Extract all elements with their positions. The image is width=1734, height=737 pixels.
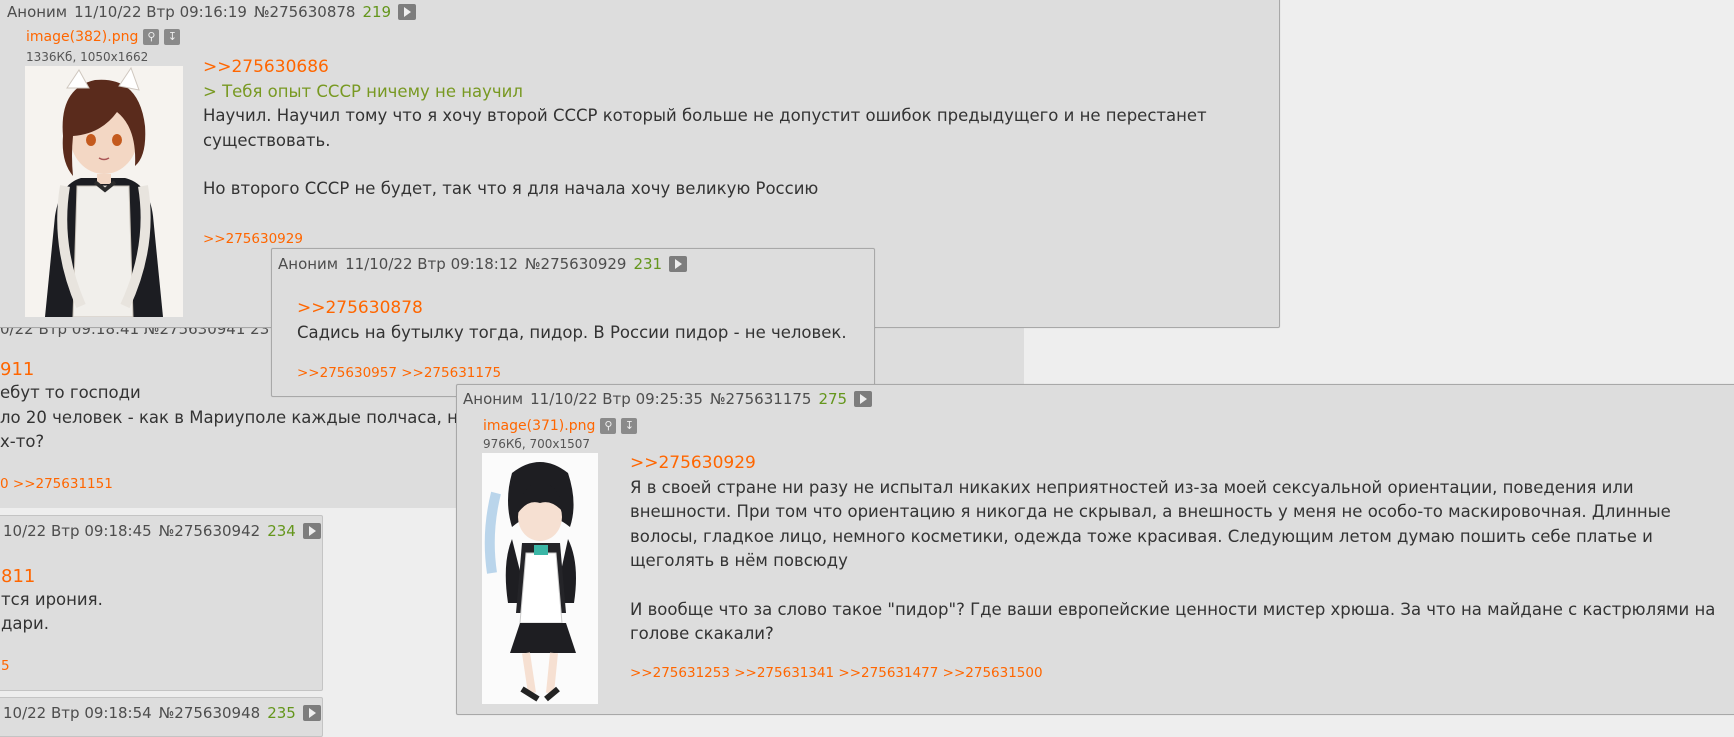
post-body: >>275630878 Садись на бутылку тогда, пид…	[297, 296, 867, 345]
post-counter: 234	[267, 522, 296, 540]
post-body: >>275630929 Я в своей стране ни разу не …	[630, 451, 1734, 647]
poster-name: Аноним	[463, 390, 524, 408]
post-text-paragraph: Я в своей стране ни разу не испытал ника…	[630, 477, 1671, 571]
post-number[interactable]: №275631175	[710, 390, 812, 408]
reply-to-link[interactable]: >>275630878	[297, 296, 867, 321]
play-icon[interactable]	[669, 256, 688, 272]
post-date: 11/10/22 Втр 09:25:35	[530, 390, 703, 408]
play-icon[interactable]	[398, 4, 417, 20]
post-number[interactable]: №275630929	[525, 255, 627, 273]
post-header: Аноним 11/10/22 Втр 09:25:35 №275631175 …	[463, 388, 873, 410]
bg-reply-link[interactable]: 911	[0, 359, 34, 380]
magnifier-icon[interactable]: ⚲	[143, 29, 160, 45]
bg-post-2-header: 10/22 Втр 09:18:45 №275630942 234	[3, 520, 321, 542]
post-counter: 235	[267, 704, 296, 722]
post-number[interactable]: №275630942	[159, 522, 261, 540]
backlinks[interactable]: >>275630957 >>275631175	[297, 365, 501, 381]
play-icon[interactable]	[854, 391, 873, 407]
post-date: 10/22 Втр 09:18:54	[3, 704, 152, 722]
bg-post-2: 10/22 Втр 09:18:45 №275630942 234 811 тс…	[0, 515, 323, 691]
post-date: 11/10/22 Втр 09:18:12	[345, 255, 518, 273]
post-counter: 219	[362, 3, 392, 21]
bg-post-3: 10/22 Втр 09:18:54 №275630948 235	[0, 697, 323, 737]
post-header: Аноним 11/10/22 Втр 09:18:12 №275630929 …	[278, 253, 688, 275]
post-image-thumbnail[interactable]	[25, 66, 183, 317]
download-icon[interactable]: ↧	[164, 29, 181, 45]
bg-post-3-header: 10/22 Втр 09:18:54 №275630948 235	[3, 702, 321, 724]
bg-backlinks[interactable]: 0 >>275631151	[0, 476, 113, 492]
poster-name: Аноним	[7, 3, 68, 21]
backlinks[interactable]: >>275631253 >>275631341 >>275631477 >>27…	[630, 665, 1043, 681]
post-header: Аноним 11/10/22 Втр 09:16:19 №275630878 …	[7, 1, 417, 23]
post-body: >>275630686 > Тебя опыт СССР ничему не н…	[203, 55, 1263, 202]
reply-to-link[interactable]: >>275630929	[630, 451, 1734, 476]
bg-text-line: х-то?	[0, 432, 45, 451]
bg-text-line: ло 20 человек - как в Мариуполе каждые п…	[0, 408, 458, 427]
post-counter: 231	[633, 255, 663, 273]
file-info: image(382).png ⚲ ↧	[26, 29, 181, 45]
post-image-thumbnail[interactable]	[482, 453, 598, 704]
post-preview-275630929: Аноним 11/10/22 Втр 09:18:12 №275630929 …	[271, 248, 875, 397]
post-text-paragraph: Садись на бутылку тогда, пидор. В России…	[297, 322, 847, 342]
file-meta: 1336Кб, 1050x1662	[26, 50, 149, 64]
post-date: 10/22 Втр 09:18:45	[3, 522, 152, 540]
file-name-link[interactable]: image(371).png	[483, 418, 595, 434]
magnifier-icon[interactable]: ⚲	[600, 418, 617, 434]
post-text-paragraph: Но второго СССР не будет, так что я для …	[203, 179, 819, 198]
bg-text-line: дари.	[1, 614, 49, 633]
bg-backlinks[interactable]: 5	[1, 658, 10, 674]
post-number[interactable]: №275630948	[159, 704, 261, 722]
post-text-paragraph: Научил. Научил тому что я хочу второй СС…	[203, 106, 1207, 150]
post-counter: 275	[818, 390, 848, 408]
play-icon[interactable]	[302, 705, 321, 721]
file-name-link[interactable]: image(382).png	[26, 29, 138, 45]
play-icon[interactable]	[302, 523, 321, 539]
download-icon[interactable]: ↧	[621, 418, 638, 434]
post-text-paragraph: И вообще что за слово такое "пидор"? Где…	[630, 599, 1716, 644]
file-meta: 976Кб, 700x1507	[483, 437, 590, 451]
file-info: image(371).png ⚲ ↧	[483, 418, 638, 434]
greentext-quote: > Тебя опыт СССР ничему не научил	[203, 81, 523, 101]
reply-to-link[interactable]: >>275630686	[203, 55, 1263, 80]
post-number[interactable]: №275630878	[254, 3, 356, 21]
bg-text-line: ебут то господи	[0, 383, 141, 402]
post-preview-275631175: Аноним 11/10/22 Втр 09:25:35 №275631175 …	[456, 384, 1734, 715]
post-date: 11/10/22 Втр 09:16:19	[74, 3, 247, 21]
poster-name: Аноним	[278, 255, 339, 273]
bg-reply-link[interactable]: 811	[1, 566, 35, 587]
bg-text-line: тся ирония.	[1, 590, 103, 609]
backlinks[interactable]: >>275630929	[203, 231, 303, 247]
